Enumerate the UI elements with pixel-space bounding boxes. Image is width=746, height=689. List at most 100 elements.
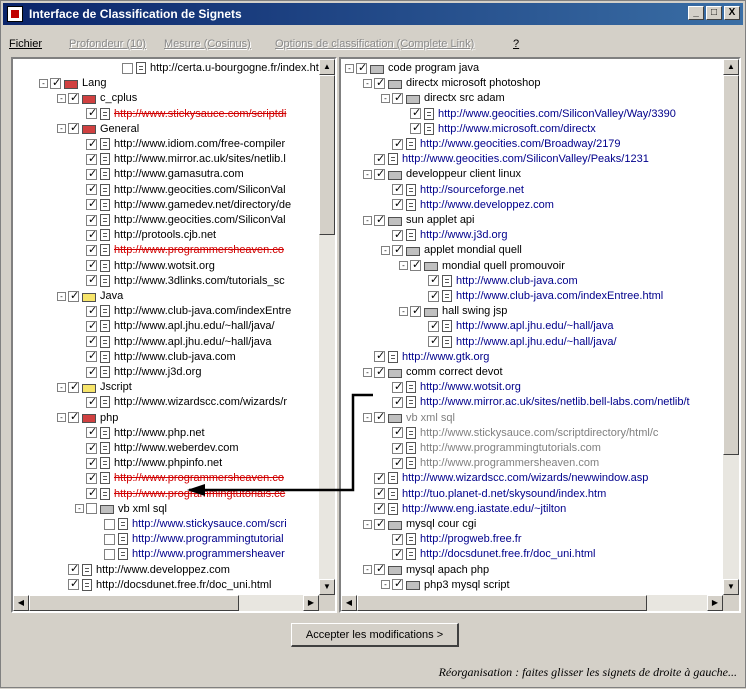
bookmark-checkbox[interactable]	[392, 577, 403, 591]
bookmark-item[interactable]: http://www.wotsit.org	[381, 380, 521, 394]
bookmark-item[interactable]: http://www.gamedev.net/directory/de	[75, 197, 291, 212]
scroll-up-icon[interactable]: ▲	[319, 59, 335, 75]
bookmark-item[interactable]: http://www.stickysauce.com/scri	[93, 517, 287, 531]
bookmark-checkbox[interactable]	[86, 152, 97, 165]
bookmark-checkbox[interactable]	[428, 289, 439, 302]
bookmark-checkbox[interactable]	[86, 273, 97, 287]
menu-options[interactable]: Options de classification (Complete Link…	[275, 38, 474, 50]
bookmark-checkbox[interactable]	[392, 197, 403, 211]
left-vertical-scrollbar[interactable]: ▲ ▼	[319, 59, 335, 595]
bookmark-checkbox[interactable]	[86, 486, 97, 500]
bookmark-item[interactable]: http://www.geocities.com/SiliconValley/P…	[363, 152, 649, 166]
collapse-icon[interactable]: -	[75, 504, 84, 514]
bookmark-checkbox[interactable]	[428, 334, 439, 348]
bookmark-item[interactable]: http://www.wizardscc.com/wizards/newwind…	[363, 471, 648, 485]
bookmark-item[interactable]: http://www.mirror.ac.uk/sites/netlib.bel…	[381, 395, 690, 409]
bookmark-item[interactable]: http://www.developpez.com	[381, 197, 554, 212]
bookmark-item[interactable]: http://www.wotsit.org	[75, 258, 215, 273]
bookmark-checkbox[interactable]	[86, 319, 97, 332]
bookmark-item[interactable]: http://www.apl.jhu.edu/~hall/java/	[417, 334, 617, 349]
bookmark-item[interactable]: http://www.phpinfo.net	[75, 456, 222, 470]
folder-item[interactable]: - Java	[57, 289, 123, 303]
folder-item[interactable]: - mysql cour cgi	[363, 517, 476, 531]
bookmark-checkbox[interactable]	[86, 349, 97, 363]
collapse-icon[interactable]: -	[57, 382, 66, 392]
collapse-icon[interactable]: -	[363, 565, 372, 575]
bookmark-checkbox[interactable]	[392, 395, 403, 408]
folder-item[interactable]: - applet mondial quell	[381, 243, 522, 257]
bookmark-checkbox[interactable]	[410, 304, 421, 317]
right-tree[interactable]: - code program java - directx microsoft pho…	[341, 59, 723, 595]
bookmark-checkbox[interactable]	[428, 273, 439, 287]
bookmark-checkbox[interactable]	[68, 410, 79, 424]
folder-item[interactable]: - vb xml sql	[75, 502, 167, 516]
bookmark-item[interactable]: http://docsdunet.free.fr/doc_uni.html	[381, 547, 596, 561]
collapse-icon[interactable]: -	[363, 367, 372, 377]
folder-item[interactable]: - php3 mysql script	[381, 577, 510, 592]
bookmark-item[interactable]: http://www.apl.jhu.edu/~hall/java/	[75, 319, 275, 333]
bookmark-checkbox[interactable]	[374, 167, 385, 180]
bookmark-checkbox[interactable]	[86, 182, 97, 196]
collapse-icon[interactable]: -	[57, 93, 66, 103]
collapse-icon[interactable]: -	[57, 291, 66, 301]
scroll-thumb[interactable]	[357, 595, 647, 611]
bookmark-checkbox[interactable]	[356, 61, 367, 74]
bookmark-item[interactable]: http://www.idiom.com/free-compiler	[75, 137, 285, 151]
bookmark-checkbox[interactable]	[86, 425, 97, 439]
right-horizontal-scrollbar[interactable]: ◀ ▶	[341, 595, 723, 611]
minimize-button[interactable]: _	[688, 6, 704, 20]
bookmark-item[interactable]: http://docsdunet.free.fr/doc_uni.html	[57, 577, 272, 592]
bookmark-checkbox[interactable]	[392, 532, 403, 545]
bookmark-checkbox[interactable]	[86, 228, 97, 241]
bookmark-item[interactable]: http://certa.u-bourgogne.fr/index.htm	[111, 61, 319, 75]
bookmark-checkbox[interactable]	[374, 471, 385, 484]
bookmark-item[interactable]: http://www.apl.jhu.edu/~hall/java	[417, 319, 613, 333]
bookmark-checkbox[interactable]	[86, 334, 97, 348]
bookmark-checkbox[interactable]	[410, 258, 421, 272]
folder-item[interactable]: - General	[57, 121, 139, 136]
bookmark-checkbox[interactable]	[374, 349, 385, 363]
bookmark-item[interactable]: http://www.stickysauce.com/scriptdi	[75, 106, 286, 121]
bookmark-checkbox[interactable]	[392, 441, 403, 454]
collapse-icon[interactable]: -	[363, 169, 372, 179]
bookmark-item[interactable]: http://www.geocities.com/SiliconValley/W…	[399, 106, 676, 121]
bookmark-item[interactable]: http://www.programmingtutorial	[93, 532, 284, 546]
bookmark-checkbox[interactable]	[50, 76, 61, 89]
scroll-down-icon[interactable]: ▼	[723, 579, 739, 595]
bookmark-checkbox[interactable]	[392, 380, 403, 393]
scroll-right-icon[interactable]: ▶	[303, 595, 319, 611]
bookmark-checkbox[interactable]	[86, 106, 97, 120]
bookmark-item[interactable]: http://sourceforge.net	[381, 182, 524, 197]
bookmark-item[interactable]: http://www.programmingtutorials.cc	[75, 486, 285, 501]
bookmark-item[interactable]: http://www.developpez.com	[57, 562, 230, 577]
collapse-icon[interactable]: -	[345, 63, 354, 73]
bookmark-checkbox[interactable]	[86, 441, 97, 454]
accept-changes-button[interactable]: Accepter les modifications >	[291, 623, 459, 647]
folder-item[interactable]: - Jscript	[57, 380, 132, 394]
bookmark-checkbox[interactable]	[86, 258, 97, 272]
bookmark-checkbox[interactable]	[374, 213, 385, 226]
right-vertical-scrollbar[interactable]: ▲ ▼	[723, 59, 739, 595]
bookmark-item[interactable]: http://www.programmersheaven.com	[381, 456, 599, 470]
bookmark-item[interactable]: http://www.3dlinks.com/tutorials_sc	[75, 273, 285, 288]
bookmark-checkbox[interactable]	[392, 456, 403, 469]
bookmark-item[interactable]: http://www.apl.jhu.edu/~hall/java	[75, 334, 271, 349]
bookmark-checkbox[interactable]	[68, 91, 79, 104]
scroll-right-icon[interactable]: ▶	[707, 595, 723, 611]
bookmark-item[interactable]: http://www.eng.iastate.edu/~jtilton	[363, 501, 566, 516]
bookmark-checkbox[interactable]	[86, 304, 97, 317]
bookmark-checkbox[interactable]	[392, 243, 403, 256]
bookmark-item[interactable]: http://www.geocities.com/SiliconVal	[75, 182, 286, 197]
bookmark-item[interactable]: http://protools.cjb.net	[75, 228, 216, 242]
collapse-icon[interactable]: -	[363, 413, 372, 423]
bookmark-checkbox[interactable]	[122, 62, 133, 74]
bookmark-checkbox[interactable]	[86, 471, 97, 484]
maximize-button[interactable]: □	[706, 6, 722, 20]
menu-mesure[interactable]: Mesure (Cosinus)	[164, 38, 251, 50]
bookmark-checkbox[interactable]	[374, 365, 385, 378]
collapse-icon[interactable]: -	[381, 245, 390, 255]
left-horizontal-scrollbar[interactable]: ◀ ▶	[13, 595, 319, 611]
collapse-icon[interactable]: -	[363, 519, 372, 529]
scroll-thumb[interactable]	[29, 595, 239, 611]
collapse-icon[interactable]: -	[381, 580, 390, 590]
